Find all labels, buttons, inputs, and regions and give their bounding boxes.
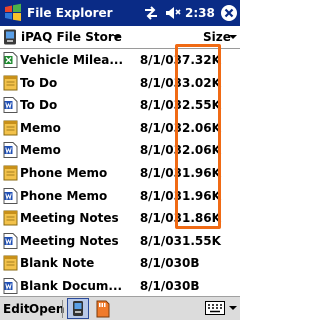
file-size: 0B — [182, 256, 200, 271]
file-store-icon[interactable] — [67, 298, 89, 319]
file-size: 7.32K — [182, 53, 221, 67]
file-name: Meeting Notes — [20, 233, 119, 248]
windows-flag-icon[interactable] — [2, 2, 24, 24]
note-icon — [3, 210, 18, 226]
word-doc-icon — [3, 278, 18, 294]
sort-dropdown[interactable]: Size — [203, 29, 231, 45]
word-doc-icon — [3, 97, 18, 114]
note-icon — [3, 165, 18, 181]
file-name: Memo — [20, 120, 61, 135]
file-size: 2.06K — [182, 143, 221, 158]
file-name: Phone Memo — [20, 166, 108, 180]
app-title: File Explorer — [27, 6, 113, 20]
connectivity-icon[interactable] — [143, 5, 159, 21]
pocketpc-screen: File Explorer 2:38 iPAQ File Store Size — [0, 0, 240, 320]
file-size: 2.55K — [182, 98, 221, 113]
file-row[interactable]: To Do 8/1/03 2.55K — [0, 94, 240, 117]
file-name: To Do — [20, 98, 58, 113]
file-store-icon — [4, 29, 16, 45]
file-name: To Do — [20, 75, 58, 90]
folder-dropdown[interactable]: iPAQ File Store — [21, 29, 122, 45]
file-row[interactable]: Memo 8/1/03 2.06K — [0, 139, 240, 162]
file-row[interactable]: Blank Note 8/1/03 0B — [0, 252, 240, 275]
close-icon[interactable] — [220, 4, 238, 22]
file-date: 8/1/03 — [139, 211, 182, 226]
file-date: 8/1/03 — [139, 53, 182, 67]
file-row[interactable]: Memo 8/1/03 2.06K — [0, 117, 240, 140]
excel-doc-icon — [3, 52, 18, 68]
file-size: 1.55K — [182, 233, 221, 248]
file-date: 8/1/03 — [139, 233, 182, 248]
file-row[interactable]: Meeting Notes 8/1/03 1.55K — [0, 230, 240, 253]
file-row[interactable]: Meeting Notes 8/1/03 1.86K — [0, 207, 240, 230]
edit-menu[interactable]: Edit — [3, 301, 30, 317]
file-date: 8/1/03 — [139, 143, 182, 158]
chevron-down-icon[interactable] — [113, 35, 121, 39]
file-row[interactable]: Vehicle Milea... 8/1/03 7.32K — [0, 49, 240, 72]
chevron-down-icon[interactable] — [229, 306, 237, 310]
storage-card-icon[interactable] — [93, 299, 113, 319]
file-size: 3.02K — [182, 75, 221, 90]
file-size: 1.86K — [182, 211, 221, 226]
file-date: 8/1/03 — [139, 98, 182, 113]
file-row[interactable]: To Do 8/1/03 3.02K — [0, 72, 240, 95]
file-date: 8/1/03 — [139, 166, 182, 180]
divider — [62, 300, 63, 318]
speaker-icon[interactable] — [164, 4, 182, 22]
file-size: 1.96K — [182, 188, 221, 203]
file-list: Vehicle Milea... 8/1/03 7.32K To Do 8/1/… — [0, 49, 240, 296]
title-bar: File Explorer 2:38 — [0, 0, 240, 26]
file-row[interactable]: Phone Memo 8/1/03 1.96K — [0, 185, 240, 208]
file-size: 1.96K — [182, 166, 221, 180]
file-name: Vehicle Milea... — [20, 53, 124, 67]
chevron-down-icon[interactable] — [229, 35, 237, 39]
clock-time[interactable]: 2:38 — [185, 5, 215, 21]
file-date: 8/1/03 — [139, 75, 182, 90]
file-date: 8/1/03 — [139, 256, 182, 271]
file-size: 2.06K — [182, 120, 221, 135]
word-doc-icon — [3, 142, 18, 159]
keyboard-icon[interactable] — [205, 301, 225, 315]
file-date: 8/1/03 — [139, 279, 182, 293]
note-icon — [3, 120, 18, 136]
file-name: Blank Docum... — [20, 279, 123, 293]
file-name: Meeting Notes — [20, 211, 119, 226]
file-date: 8/1/03 — [139, 188, 182, 203]
file-name: Blank Note — [20, 256, 95, 271]
note-icon — [3, 255, 18, 271]
location-bar: iPAQ File Store Size — [0, 26, 240, 48]
file-name: Memo — [20, 143, 61, 158]
word-doc-icon — [3, 232, 18, 249]
menu-bar: Edit Open — [0, 296, 240, 320]
file-row[interactable]: Phone Memo 8/1/03 1.96K — [0, 162, 240, 185]
file-name: Phone Memo — [20, 188, 108, 203]
file-row[interactable]: Blank Docum... 8/1/03 0B — [0, 275, 240, 298]
open-menu[interactable]: Open — [29, 301, 64, 317]
file-date: 8/1/03 — [139, 120, 182, 135]
file-size: 0B — [182, 279, 200, 293]
word-doc-icon — [3, 187, 18, 204]
note-icon — [3, 75, 18, 91]
